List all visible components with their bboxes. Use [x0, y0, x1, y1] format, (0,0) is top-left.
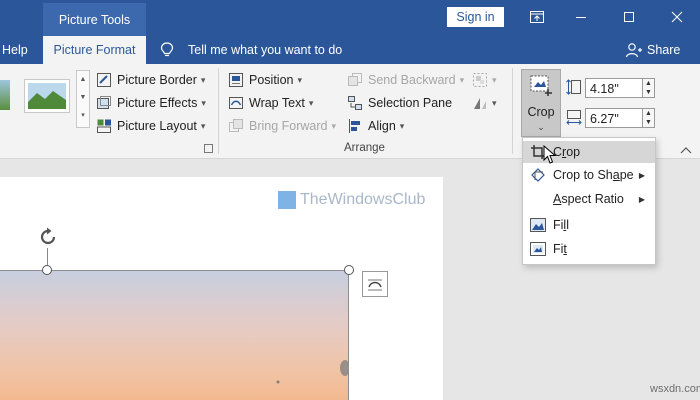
- tell-me-search[interactable]: Tell me what you want to do: [188, 36, 342, 64]
- bring-forward-button[interactable]: Bring Forward ▾: [228, 116, 336, 136]
- lightbulb-icon: [160, 42, 174, 58]
- share-person-icon: [625, 42, 643, 58]
- close-icon[interactable]: [666, 7, 688, 27]
- picture-layout-button[interactable]: Picture Layout ▾: [96, 116, 205, 136]
- picture-effects-icon: [96, 95, 112, 111]
- picture-border-label: Picture Border: [117, 73, 197, 87]
- share-button[interactable]: Share: [625, 36, 680, 64]
- style-thumb-1[interactable]: [0, 80, 10, 110]
- crop-to-shape-icon: [523, 167, 553, 183]
- menu-item-fill[interactable]: Fill: [523, 214, 655, 236]
- position-button[interactable]: Position ▾: [228, 70, 302, 90]
- menu-item-crop-to-shape-label: Crop to Shape: [553, 168, 634, 182]
- resize-handle[interactable]: [344, 265, 354, 275]
- picture-effects-label: Picture Effects: [117, 96, 198, 110]
- shape-width-input[interactable]: 6.27": [585, 108, 643, 128]
- send-backward-button[interactable]: Send Backward ▾: [347, 70, 464, 90]
- selection-pane-button[interactable]: Selection Pane: [347, 93, 452, 113]
- crop-dropdown-chevron-icon: ⌄: [537, 122, 545, 132]
- wrap-text-button[interactable]: Wrap Text ▾: [228, 93, 313, 113]
- send-backward-label: Send Backward: [368, 73, 456, 87]
- selection-pane-label: Selection Pane: [368, 96, 453, 110]
- style-thumb-2[interactable]: [24, 79, 70, 113]
- picture-border-right: [348, 270, 349, 400]
- align-button[interactable]: Align ▾: [347, 116, 404, 136]
- crop-button[interactable]: Crop ⌄: [521, 69, 561, 137]
- align-icon: [347, 118, 363, 134]
- picture-styles-gallery[interactable]: ▲ ▼ ▾: [0, 70, 92, 128]
- share-label: Share: [647, 43, 681, 57]
- shape-width-icon: [566, 109, 582, 125]
- bring-forward-label: Bring Forward: [249, 119, 328, 133]
- watermark-text: TheWindowsClub: [300, 191, 426, 208]
- rotate-objects-icon[interactable]: ▾: [472, 95, 500, 111]
- shape-width-spinner[interactable]: ▲ ▼: [643, 108, 655, 128]
- bring-forward-icon: [228, 118, 244, 134]
- layout-options-icon[interactable]: [362, 271, 388, 297]
- picture-effects-button[interactable]: Picture Effects ▾: [96, 93, 206, 113]
- gallery-scroll[interactable]: ▲ ▼ ▾: [76, 70, 90, 128]
- mouse-pointer-icon: [543, 144, 557, 165]
- picture-layout-label: Picture Layout: [117, 119, 197, 133]
- menu-item-fit-label: Fit: [553, 242, 567, 256]
- group-separator: [512, 68, 513, 154]
- picture-border-button[interactable]: Picture Border ▾: [96, 70, 205, 90]
- arrange-group-label: Arrange: [344, 142, 385, 154]
- ribbon-display-options-icon[interactable]: [526, 7, 548, 27]
- menu-item-crop-label: Crop: [553, 145, 581, 159]
- document-page[interactable]: TheWindowsClub: [0, 177, 443, 400]
- menu-item-crop-to-shape[interactable]: Crop to Shape ▶: [523, 164, 655, 186]
- resize-handle[interactable]: [42, 265, 52, 275]
- selected-picture[interactable]: [0, 270, 349, 400]
- menu-item-fill-label: Fill: [553, 218, 569, 232]
- menu-item-aspect-ratio-label: Aspect Ratio: [553, 192, 624, 206]
- minimize-icon[interactable]: [570, 7, 592, 27]
- collapse-ribbon-icon[interactable]: [680, 144, 692, 154]
- fit-icon: [523, 242, 553, 256]
- crop-icon: [529, 74, 553, 98]
- picture-border-top: [0, 270, 349, 271]
- menu-item-fit[interactable]: Fit: [523, 238, 655, 260]
- watermark-logo-icon: [278, 191, 296, 209]
- hot-air-balloon: [276, 360, 349, 384]
- tab-picture-format[interactable]: Picture Format: [43, 36, 146, 64]
- ribbon-tabs: Help Picture Format Tell me what you wan…: [0, 36, 700, 64]
- position-label: Position: [249, 73, 294, 87]
- picture-layout-icon: [96, 118, 112, 134]
- send-backward-icon: [347, 72, 363, 88]
- picture-border-icon: [96, 72, 112, 88]
- sign-in-button[interactable]: Sign in: [447, 7, 504, 27]
- wrap-text-label: Wrap Text: [249, 96, 305, 110]
- shape-height-input[interactable]: 4.18": [585, 78, 643, 98]
- align-label: Align: [368, 119, 396, 133]
- group-separator: [218, 68, 219, 154]
- menu-item-aspect-ratio[interactable]: Aspect Ratio ▶: [523, 188, 655, 210]
- selection-pane-icon: [347, 95, 363, 111]
- rotate-handle-icon[interactable]: [37, 226, 59, 248]
- tab-help[interactable]: Help: [2, 36, 28, 64]
- site-watermark: wsxdn.com: [650, 383, 700, 395]
- context-tab-picture-tools: Picture Tools: [43, 3, 146, 36]
- title-bar: Picture Tools Sign in: [0, 0, 700, 36]
- shape-height-icon: [566, 79, 582, 95]
- fill-icon: [523, 218, 553, 232]
- wrap-text-icon: [228, 95, 244, 111]
- adjust-group-launcher-icon[interactable]: [204, 144, 213, 153]
- restore-icon[interactable]: [618, 7, 640, 27]
- shape-height-spinner[interactable]: ▲ ▼: [643, 78, 655, 98]
- position-icon: [228, 72, 244, 88]
- crop-label: Crop: [527, 105, 555, 119]
- group-objects-icon[interactable]: ▾: [472, 72, 500, 88]
